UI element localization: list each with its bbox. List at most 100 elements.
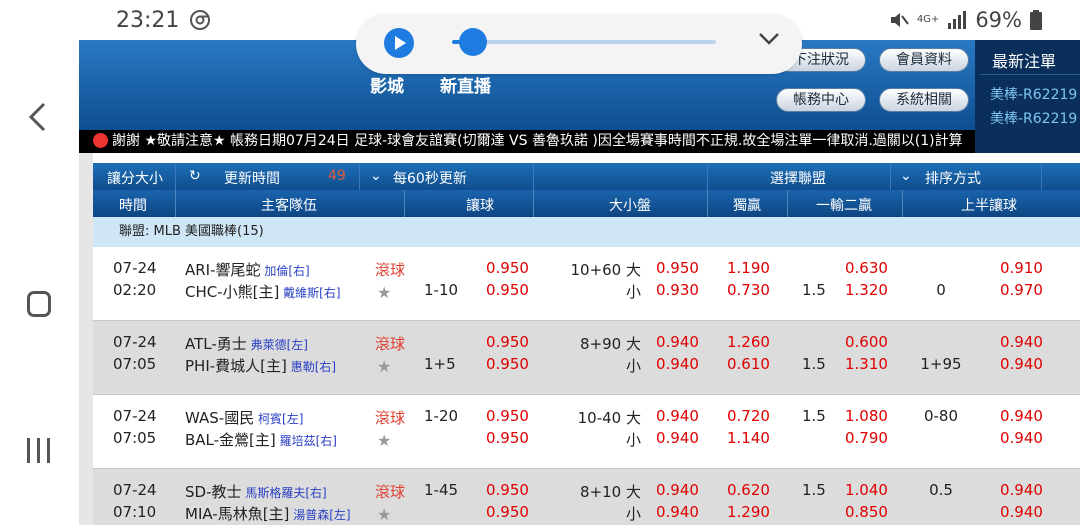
under-label: 小 [625, 283, 641, 301]
refresh-label[interactable]: 更新時間 [224, 168, 280, 188]
first-half-odds-home[interactable]: 0.940 [1000, 429, 1043, 447]
league-header[interactable]: 聯盟: MLB 美國職棒(15) [93, 217, 1080, 247]
under-odds[interactable]: 0.940 [656, 355, 699, 373]
lose-one-win-two-home[interactable]: 0.790 [845, 429, 888, 447]
recent-apps-icon[interactable] [27, 438, 50, 463]
status-time: 23:21 [116, 8, 180, 33]
under-odds[interactable]: 0.940 [656, 429, 699, 447]
lose-one-win-two-away[interactable]: 1.040 [845, 481, 888, 499]
match-date: 07-24 [113, 333, 157, 351]
member-info-button[interactable]: 會員資料 [879, 48, 969, 72]
first-half-odds-away[interactable]: 0.940 [1000, 481, 1043, 499]
over-odds[interactable]: 0.950 [656, 259, 699, 277]
home-icon[interactable] [27, 291, 51, 317]
select-league-button[interactable]: 選擇聯盟 [770, 168, 826, 188]
lose-one-win-two-line: 1.5 [802, 281, 826, 299]
announcement-text: 謝謝 ★敬請注意★ 帳務日期07月24日 足球-球會友誼賽(切爾達 VS 善魯玖… [112, 133, 963, 149]
under-odds[interactable]: 0.930 [656, 281, 699, 299]
over-under-line: 8+90 大 [580, 335, 641, 353]
chevron-down-icon[interactable]: ⌄ [370, 168, 382, 184]
screen: 23:21 4G+ 69% 影城 新直播 下注狀況 會員資料 帳務中心 系統相關… [0, 0, 1080, 525]
chevron-down-icon[interactable] [758, 32, 780, 46]
latest-bets-panel: 最新注單 美棒-R62219 美棒-R62219 [975, 40, 1080, 153]
sort-select[interactable]: 排序方式 [925, 168, 981, 188]
col-over-under: 大小盤 [609, 198, 651, 214]
lose-one-win-two-away[interactable]: 0.600 [845, 333, 888, 351]
latest-bet-item[interactable]: 美棒-R62219 [990, 108, 1077, 128]
megaphone-icon [93, 133, 108, 148]
seek-handle[interactable] [459, 28, 487, 56]
first-half-odds-away[interactable]: 0.940 [1000, 407, 1043, 425]
away-pitcher: 柯賓[左] [254, 412, 304, 426]
away-team: SD-教士 馬斯格羅夫[右] [185, 483, 327, 501]
lose-one-win-two-away[interactable]: 0.630 [845, 259, 888, 277]
match-time: 07:10 [113, 503, 157, 521]
first-half-handicap-line: 0-80 [923, 407, 959, 425]
seek-track[interactable] [460, 40, 716, 44]
away-team: ARI-響尾蛇 加倫[右] [185, 261, 310, 279]
home-team: PHI-費城人[主] 惠勒[右] [185, 357, 337, 375]
live-betting-link[interactable]: 滾球 [375, 259, 405, 280]
under-odds[interactable]: 0.940 [656, 503, 699, 521]
odds-table: 讓分大小 ↻ 更新時間 49 ⌄ 每60秒更新 選擇聯盟 ⌄ 排序方式 時間 主… [79, 153, 1080, 525]
latest-bets-title: 最新注單 [992, 52, 1057, 71]
over-under-line: 8+10 大 [580, 483, 641, 501]
handicap-type-select[interactable]: 讓分大小 [107, 168, 163, 188]
latest-bet-item[interactable]: 美棒-R62219 [990, 84, 1077, 104]
chevron-down-icon[interactable]: ⌄ [900, 168, 912, 184]
favorite-star-icon[interactable]: ★ [377, 505, 391, 524]
live-betting-link[interactable]: 滾球 [375, 333, 405, 354]
account-center-button[interactable]: 帳務中心 [776, 88, 866, 112]
under-label: 小 [625, 505, 641, 523]
lose-one-win-two-home[interactable]: 1.320 [845, 281, 888, 299]
first-half-odds-home[interactable]: 0.940 [1000, 355, 1043, 373]
match-date: 07-24 [113, 481, 157, 499]
moneyline-home[interactable]: 1.140 [727, 429, 770, 447]
match-date: 07-24 [113, 407, 157, 425]
back-icon[interactable] [26, 102, 48, 132]
first-half-odds-home[interactable]: 0.940 [1000, 503, 1043, 521]
match-time: 07:05 [113, 355, 157, 373]
favorite-star-icon[interactable]: ★ [377, 357, 391, 376]
refresh-icon[interactable]: ↻ [189, 168, 201, 184]
nav-cinema[interactable]: 影城 [370, 72, 404, 97]
moneyline-home[interactable]: 0.610 [727, 355, 770, 373]
battery-icon [1030, 10, 1042, 30]
moneyline-away[interactable]: 0.620 [727, 481, 770, 499]
system-button[interactable]: 系統相關 [879, 88, 969, 112]
home-team: MIA-馬林魚[主] 湯普森[左] [185, 505, 351, 523]
moneyline-home[interactable]: 0.730 [727, 281, 770, 299]
home-pitcher: 惠勒[右] [286, 360, 337, 374]
live-betting-link[interactable]: 滾球 [375, 481, 405, 502]
over-odds[interactable]: 0.940 [656, 333, 699, 351]
first-half-odds-home[interactable]: 0.970 [1000, 281, 1043, 299]
moneyline-home[interactable]: 1.290 [727, 503, 770, 521]
refresh-interval-select[interactable]: 每60秒更新 [393, 168, 467, 188]
handicap-line: 1-45 [424, 481, 459, 499]
nav-live-stream[interactable]: 新直播 [440, 72, 491, 97]
first-half-odds-away[interactable]: 0.940 [1000, 333, 1043, 351]
moneyline-away[interactable]: 1.260 [727, 333, 770, 351]
moneyline-away[interactable]: 1.190 [727, 259, 770, 277]
away-pitcher: 馬斯格羅夫[右] [241, 486, 327, 500]
match-row: 07-24 07:10 SD-教士 馬斯格羅夫[右] MIA-馬林魚[主] 湯普森[左… [93, 469, 1080, 525]
moneyline-away[interactable]: 0.720 [727, 407, 770, 425]
first-half-odds-away[interactable]: 0.910 [1000, 259, 1043, 277]
over-under-line: 10+60 大 [570, 261, 641, 279]
lose-one-win-two-home[interactable]: 1.310 [845, 355, 888, 373]
away-pitcher: 加倫[右] [260, 264, 310, 278]
live-betting-link[interactable]: 滾球 [375, 407, 405, 428]
favorite-star-icon[interactable]: ★ [377, 431, 391, 450]
lose-one-win-two-away[interactable]: 1.080 [845, 407, 888, 425]
under-label: 小 [625, 357, 641, 375]
favorite-star-icon[interactable]: ★ [377, 283, 391, 302]
away-team: ATL-勇士 弗萊德[左] [185, 335, 308, 353]
over-odds[interactable]: 0.940 [656, 481, 699, 499]
handicap-line: 1+5 [424, 355, 456, 373]
lose-one-win-two-line: 1.5 [802, 481, 826, 499]
signal-icon [948, 11, 967, 29]
lose-one-win-two-home[interactable]: 0.850 [845, 503, 888, 521]
home-pitcher: 湯普森[左] [289, 508, 351, 522]
play-icon[interactable] [384, 28, 414, 58]
over-odds[interactable]: 0.940 [656, 407, 699, 425]
